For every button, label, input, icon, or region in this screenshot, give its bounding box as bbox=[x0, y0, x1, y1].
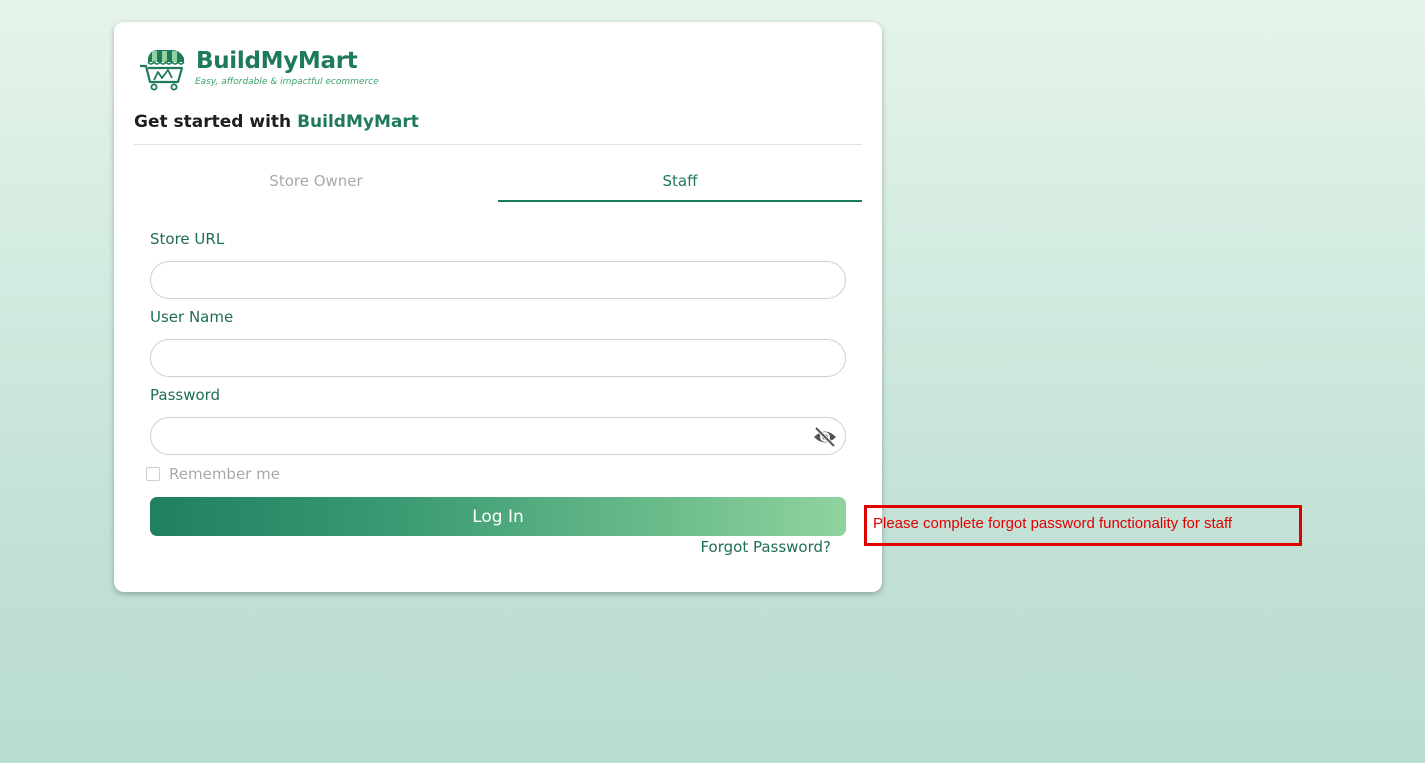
brand-name: BuildMyMart bbox=[196, 48, 358, 74]
store-url-input[interactable] bbox=[150, 261, 846, 299]
login-card: BuildMyMart Easy, affordable & impactful… bbox=[114, 22, 882, 592]
remember-me-label: Remember me bbox=[169, 465, 280, 483]
brand-tagline: Easy, affordable & impactful ecommerce bbox=[195, 77, 379, 87]
page-title: Get started with BuildMyMart bbox=[134, 112, 419, 132]
remember-me-checkbox[interactable] bbox=[146, 467, 160, 481]
forgot-password-link[interactable]: Forgot Password? bbox=[700, 538, 831, 556]
store-url-label: Store URL bbox=[150, 230, 225, 248]
remember-me: Remember me bbox=[146, 464, 280, 484]
brand-logo: BuildMyMart Easy, affordable & impactful… bbox=[138, 48, 398, 92]
eye-slash-icon[interactable] bbox=[812, 425, 838, 449]
user-name-label: User Name bbox=[150, 308, 234, 326]
tab-staff[interactable]: Staff bbox=[498, 162, 862, 202]
tab-store-owner[interactable]: Store Owner bbox=[134, 162, 498, 202]
login-button[interactable]: Log In bbox=[150, 497, 846, 536]
password-input[interactable] bbox=[150, 417, 846, 455]
shopping-cart-logo-icon bbox=[140, 50, 185, 91]
page-title-prefix: Get started with bbox=[134, 112, 292, 132]
header-divider bbox=[134, 144, 862, 145]
review-annotation: Please complete forgot password function… bbox=[864, 505, 1302, 546]
password-label: Password bbox=[150, 386, 221, 404]
page-title-brand: BuildMyMart bbox=[297, 112, 419, 132]
user-name-input[interactable] bbox=[150, 339, 846, 377]
